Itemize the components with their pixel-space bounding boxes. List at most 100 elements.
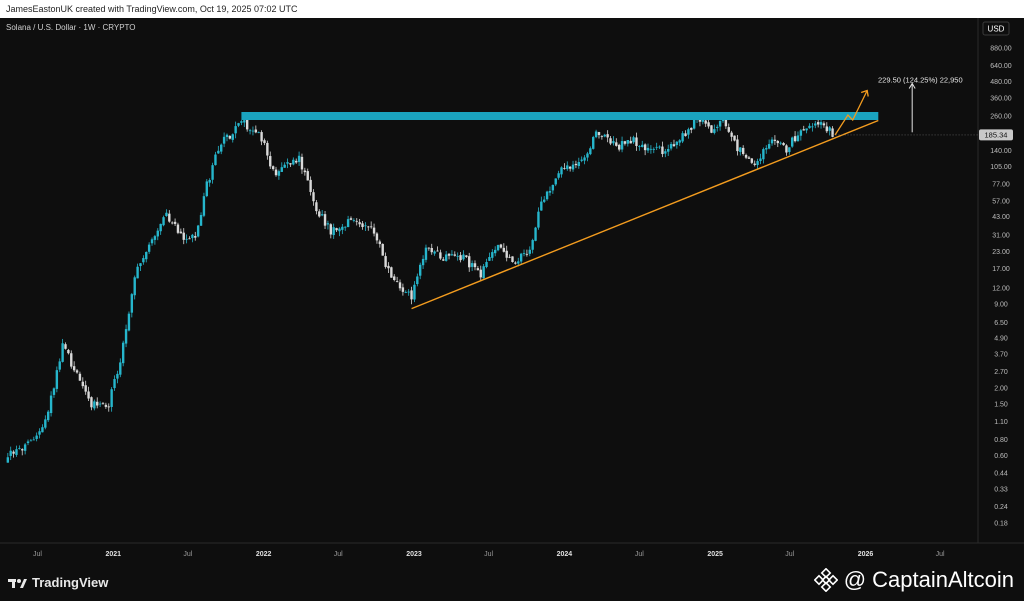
candle-body [18, 448, 21, 449]
candle-body [465, 255, 468, 257]
candle-body [814, 123, 817, 126]
candle-body [413, 284, 416, 300]
candle-body [557, 173, 560, 178]
candle-body [439, 252, 442, 259]
candle-body [303, 170, 307, 173]
candle-body [661, 146, 664, 155]
candle-body [626, 139, 630, 144]
candle-body [124, 329, 128, 344]
candle-body [352, 220, 356, 221]
candle-body [551, 184, 555, 191]
candle-body [286, 162, 289, 164]
candle-body [502, 247, 506, 252]
candle-body [566, 165, 569, 170]
candle-body [819, 122, 823, 125]
candle-body [315, 202, 318, 212]
candle-body [98, 403, 102, 405]
candle-body [199, 215, 203, 226]
candle-body [390, 267, 393, 278]
candle-body [831, 128, 834, 137]
candle-body [364, 225, 367, 227]
price-chart[interactable]: Solana / U.S. Dollar · 1W · CRYPTO 0.18 0… [0, 18, 1024, 565]
currency-button[interactable]: USD [982, 21, 1010, 36]
candle-body [136, 266, 139, 279]
candle-body [600, 136, 604, 138]
candle-body [44, 419, 47, 428]
price-tick-label: 360.00 [990, 95, 1012, 102]
candle-body [283, 164, 286, 168]
candle-body [765, 148, 768, 150]
candle-body [323, 214, 327, 226]
price-tick-label: 260.00 [990, 113, 1012, 120]
candle-body [338, 228, 341, 232]
candle-body [543, 199, 546, 202]
candle-body [329, 224, 333, 235]
candle-body [623, 141, 627, 144]
candle-body [318, 211, 321, 217]
candle-body [453, 254, 457, 256]
candle-body [727, 127, 730, 132]
candle-body [782, 142, 785, 146]
candle-body [424, 247, 428, 260]
candle-body [75, 370, 79, 373]
candle-body [672, 144, 676, 147]
candle-body [358, 222, 361, 225]
candle-body [231, 134, 234, 140]
candle-body [519, 253, 523, 262]
candle-body [269, 156, 272, 167]
candle-body [470, 263, 474, 267]
candle-body [309, 179, 312, 192]
candle-body [505, 250, 508, 258]
candle-body [419, 264, 422, 276]
price-tick-label: 77.00 [992, 182, 1010, 189]
candle-body [612, 141, 615, 144]
captainaltcoin-watermark: @ CaptainAltcoin [813, 567, 1014, 593]
candle-body [514, 262, 517, 264]
candle-body [825, 126, 829, 132]
candle-body [747, 157, 751, 159]
candle-body [58, 361, 61, 370]
candle-body [29, 440, 33, 442]
candle-body [248, 130, 252, 132]
candle-body [799, 130, 803, 136]
candle-body [692, 119, 696, 129]
candle-body [367, 226, 370, 228]
candle-body [191, 234, 194, 239]
candle-body [205, 181, 209, 197]
candle-body [6, 457, 10, 463]
candle-body [736, 139, 739, 152]
candle-body [289, 163, 292, 165]
candle-body [586, 153, 589, 158]
candle-body [55, 370, 59, 389]
candle-body [355, 220, 358, 222]
candle-body [61, 343, 64, 362]
tradingview-logo[interactable]: TradingView [8, 575, 108, 590]
candle-body [277, 171, 281, 176]
candle-body [531, 240, 534, 250]
tradingview-brand: TradingView [32, 575, 109, 590]
candle-body [788, 147, 791, 152]
candle-body [739, 147, 742, 152]
time-tick-label: Jul [334, 551, 343, 558]
candle-body [678, 140, 681, 143]
time-tick-label: Jul [183, 551, 192, 558]
candle-body [617, 144, 621, 150]
candle-body [427, 247, 431, 249]
candle-body [710, 125, 713, 133]
candle-body [194, 236, 197, 238]
candle-body [646, 147, 650, 151]
candle-body [493, 249, 497, 254]
candle-body [222, 136, 226, 144]
candle-body [759, 158, 762, 162]
price-tick-label: 0.33 [994, 486, 1008, 493]
candle-body [808, 125, 811, 129]
candle-body [196, 225, 200, 237]
candle-body [684, 133, 687, 137]
candle-body [228, 135, 232, 139]
candle-body [796, 135, 800, 142]
chart-canvas[interactable]: Solana / U.S. Dollar · 1W · CRYPTO 0.18 0… [0, 18, 1024, 565]
candle-body [756, 161, 759, 166]
candle-body [159, 223, 162, 232]
price-tick-label: 57.00 [992, 198, 1010, 205]
price-tick-label: 0.80 [994, 437, 1008, 444]
